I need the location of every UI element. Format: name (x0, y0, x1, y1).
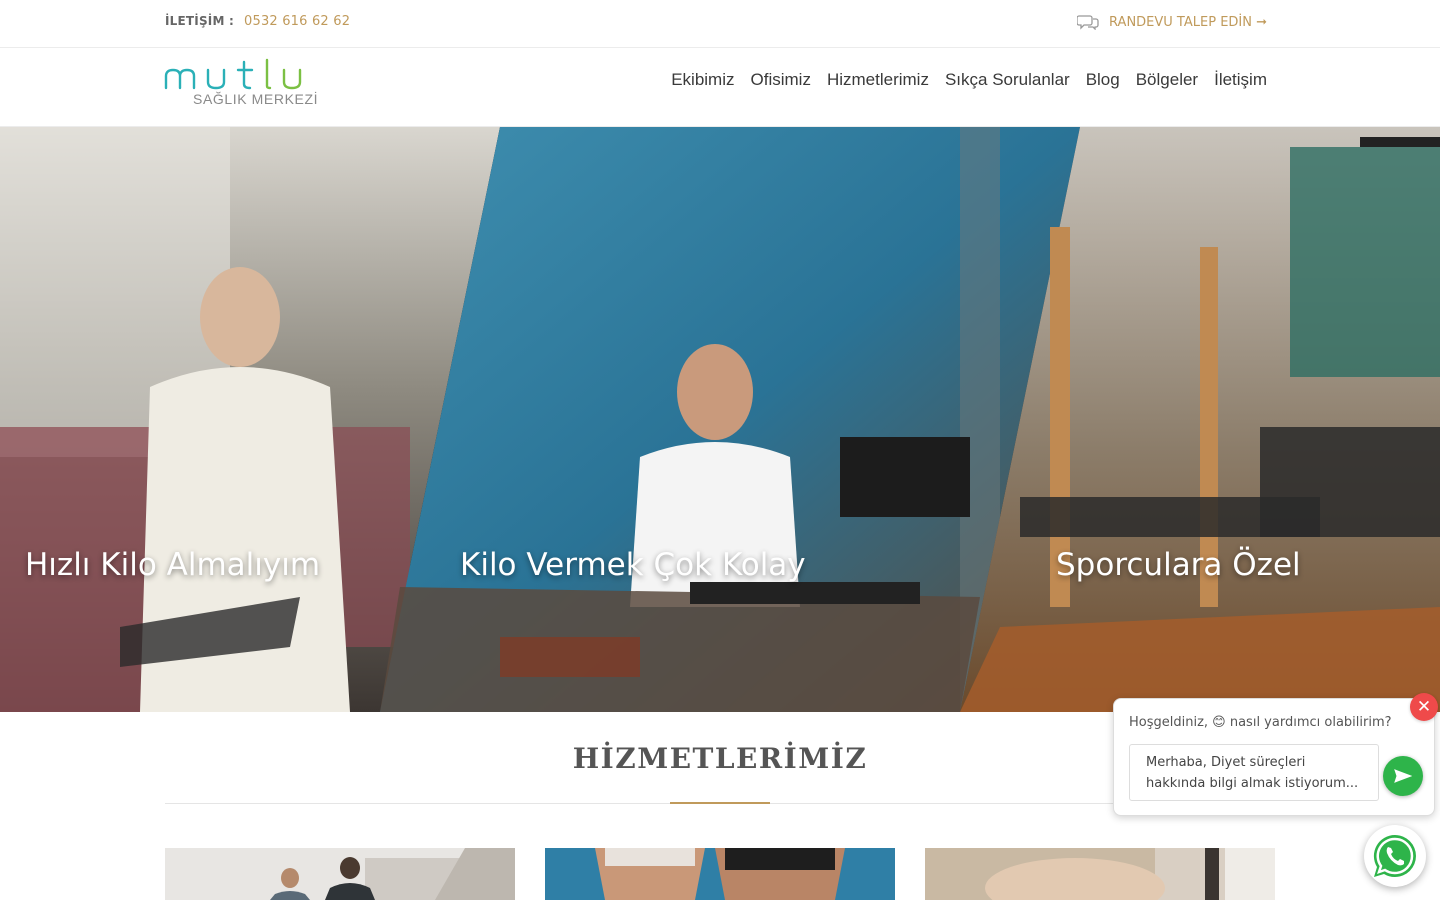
service-card-2[interactable] (545, 848, 895, 900)
chat-widget: Hoşgeldiniz, 😊 nasıl yardımcı olabilirim… (1113, 693, 1438, 816)
chat-message-input[interactable]: Merhaba, Diyet süreçleri hakkında bilgi … (1129, 744, 1379, 801)
hero-slider: Hızlı Kilo Almalıyım Kilo Vermek Çok Kol… (0, 127, 1440, 712)
nav-item-iletisim[interactable]: İletişim (1214, 70, 1267, 90)
hero-background (0, 127, 1440, 712)
service-image-3 (925, 848, 1275, 900)
nav-item-ofisimiz[interactable]: Ofisimiz (751, 70, 811, 90)
slide-title-2[interactable]: Kilo Vermek Çok Kolay (460, 547, 806, 583)
contact-label: İLETİŞİM : (165, 14, 234, 28)
chat-greeting: Hoşgeldiniz, 😊 nasıl yardımcı olabilirim… (1129, 715, 1392, 730)
logo-subtitle: SAĞLIK MERKEZİ (193, 91, 319, 107)
send-icon (1394, 769, 1412, 783)
main-nav: Ekibimiz Ofisimiz Hizmetlerimiz Sıkça So… (671, 70, 1267, 90)
top-bar: İLETİŞİM : 0532 616 62 62 RANDEVU TALEP … (0, 0, 1440, 48)
contact-info: İLETİŞİM : 0532 616 62 62 (165, 14, 350, 29)
site-logo[interactable]: SAĞLIK MERKEZİ (164, 58, 344, 114)
close-icon[interactable]: ✕ (1410, 693, 1438, 721)
section-accent-line (670, 802, 770, 804)
slide-title-1[interactable]: Hızlı Kilo Almalıyım (25, 547, 320, 583)
appointment-label: RANDEVU TALEP EDİN ➞ (1109, 14, 1267, 30)
service-card-3[interactable] (925, 848, 1275, 900)
chat-bubbles-icon (1077, 15, 1099, 30)
logo-wordmark (164, 58, 302, 90)
nav-item-blog[interactable]: Blog (1086, 70, 1120, 90)
service-image-2 (545, 848, 895, 900)
main-header: SAĞLIK MERKEZİ Ekibimiz Ofisimiz Hizmetl… (0, 48, 1440, 127)
appointment-link[interactable]: RANDEVU TALEP EDİN ➞ (1077, 14, 1267, 30)
nav-item-bolgeler[interactable]: Bölgeler (1136, 70, 1198, 90)
nav-item-hizmetlerimiz[interactable]: Hizmetlerimiz (827, 70, 929, 90)
nav-item-sss[interactable]: Sıkça Sorulanlar (945, 70, 1070, 90)
phone-link[interactable]: 0532 616 62 62 (244, 14, 350, 29)
nav-item-ekibimiz[interactable]: Ekibimiz (671, 70, 734, 90)
whatsapp-icon (1373, 834, 1416, 878)
service-card-1[interactable] (165, 848, 515, 900)
slide-title-3[interactable]: Sporculara Özel (1056, 547, 1301, 583)
service-image-1 (165, 848, 515, 900)
send-button[interactable] (1383, 756, 1423, 796)
whatsapp-button[interactable] (1364, 825, 1426, 887)
